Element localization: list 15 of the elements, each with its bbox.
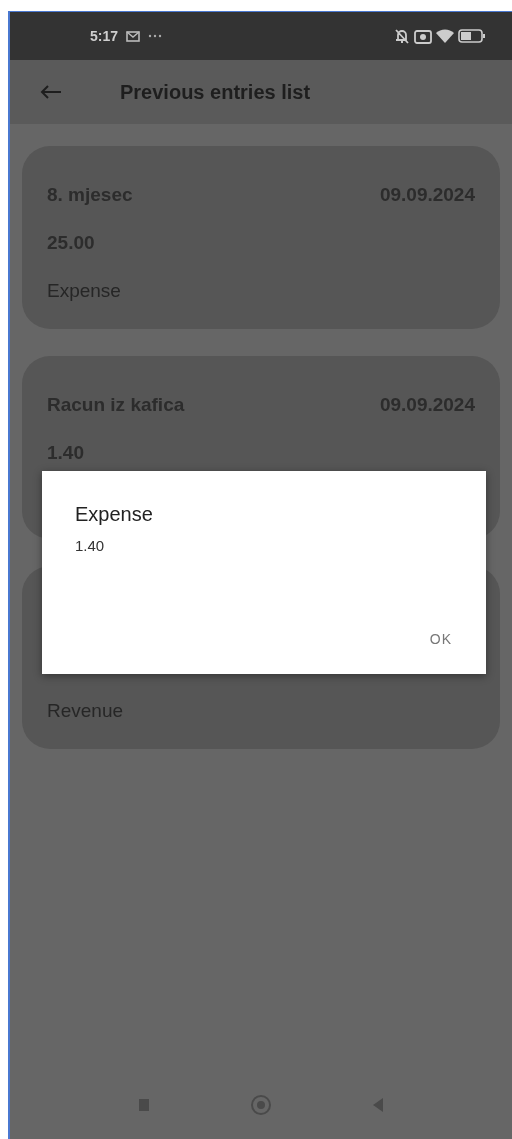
dialog-message: 1.40 (75, 536, 106, 556)
screen-title: Previous entries list (120, 80, 311, 105)
home-icon[interactable] (250, 1094, 272, 1116)
message-icon (126, 30, 141, 42)
recents-icon[interactable] (138, 1098, 150, 1112)
wifi-icon (436, 28, 454, 44)
back-icon[interactable] (40, 85, 62, 99)
camera-icon (414, 28, 432, 44)
status-time: 5:17 (90, 26, 119, 46)
battery-icon (458, 29, 486, 43)
back-triangle-icon[interactable] (372, 1097, 384, 1113)
bell-off-icon (394, 27, 410, 45)
more-icon (148, 34, 163, 38)
dialog-title: Expense (75, 502, 154, 527)
ok-button[interactable]: OK (419, 623, 462, 656)
